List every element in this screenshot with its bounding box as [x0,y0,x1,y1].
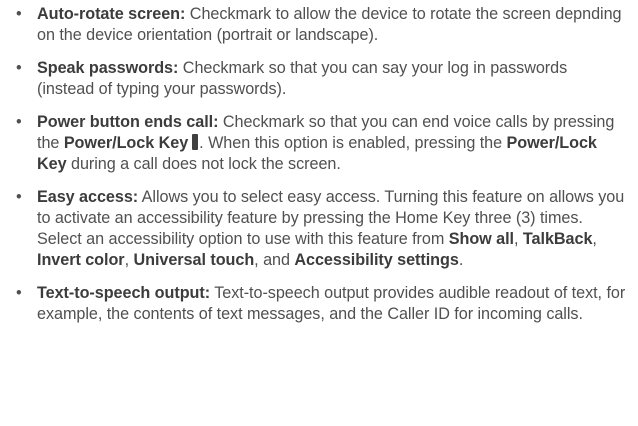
option-invert-color: Invert color [37,251,125,269]
bullet: • [16,113,22,131]
bullet: • [16,188,22,206]
separator: , [592,230,597,248]
power-lock-key-icon [192,134,199,150]
list-item-power-button-ends-call: • Power button ends call: Checkmark so t… [14,112,628,175]
period: . [458,251,464,269]
bullet: • [16,284,22,302]
separator: , [514,230,523,248]
manual-page: • Auto-rotate screen: Checkmark to allow… [0,0,638,426]
term-text-to-speech: Text-to-speech output: [37,284,211,302]
list-item-auto-rotate: • Auto-rotate screen: Checkmark to allow… [14,4,628,46]
term-power-button-ends-call: Power button ends call: [37,113,219,131]
list-item-speak-passwords: • Speak passwords: Checkmark so that you… [14,58,628,100]
option-talkback: TalkBack [522,230,593,248]
bullet: • [16,5,22,23]
list-item-text-to-speech: • Text-to-speech output: Text-to-speech … [14,283,628,325]
bullet: • [16,59,22,77]
option-accessibility-settings: Accessibility settings [294,251,459,269]
desc-power-c: during a call does not lock the screen. [66,155,341,173]
separator: , and [254,251,295,269]
desc-power-b: . When this option is enabled, pressing … [199,134,507,152]
term-easy-access: Easy access: [37,188,139,206]
option-universal-touch: Universal touch [133,251,255,269]
option-show-all: Show all [448,230,514,248]
term-auto-rotate: Auto-rotate screen: [37,5,186,23]
key-name-power-lock: Power/Lock Key [63,134,189,152]
list-item-easy-access: • Easy access: Allows you to select easy… [14,187,628,271]
term-speak-passwords: Speak passwords: [37,59,179,77]
